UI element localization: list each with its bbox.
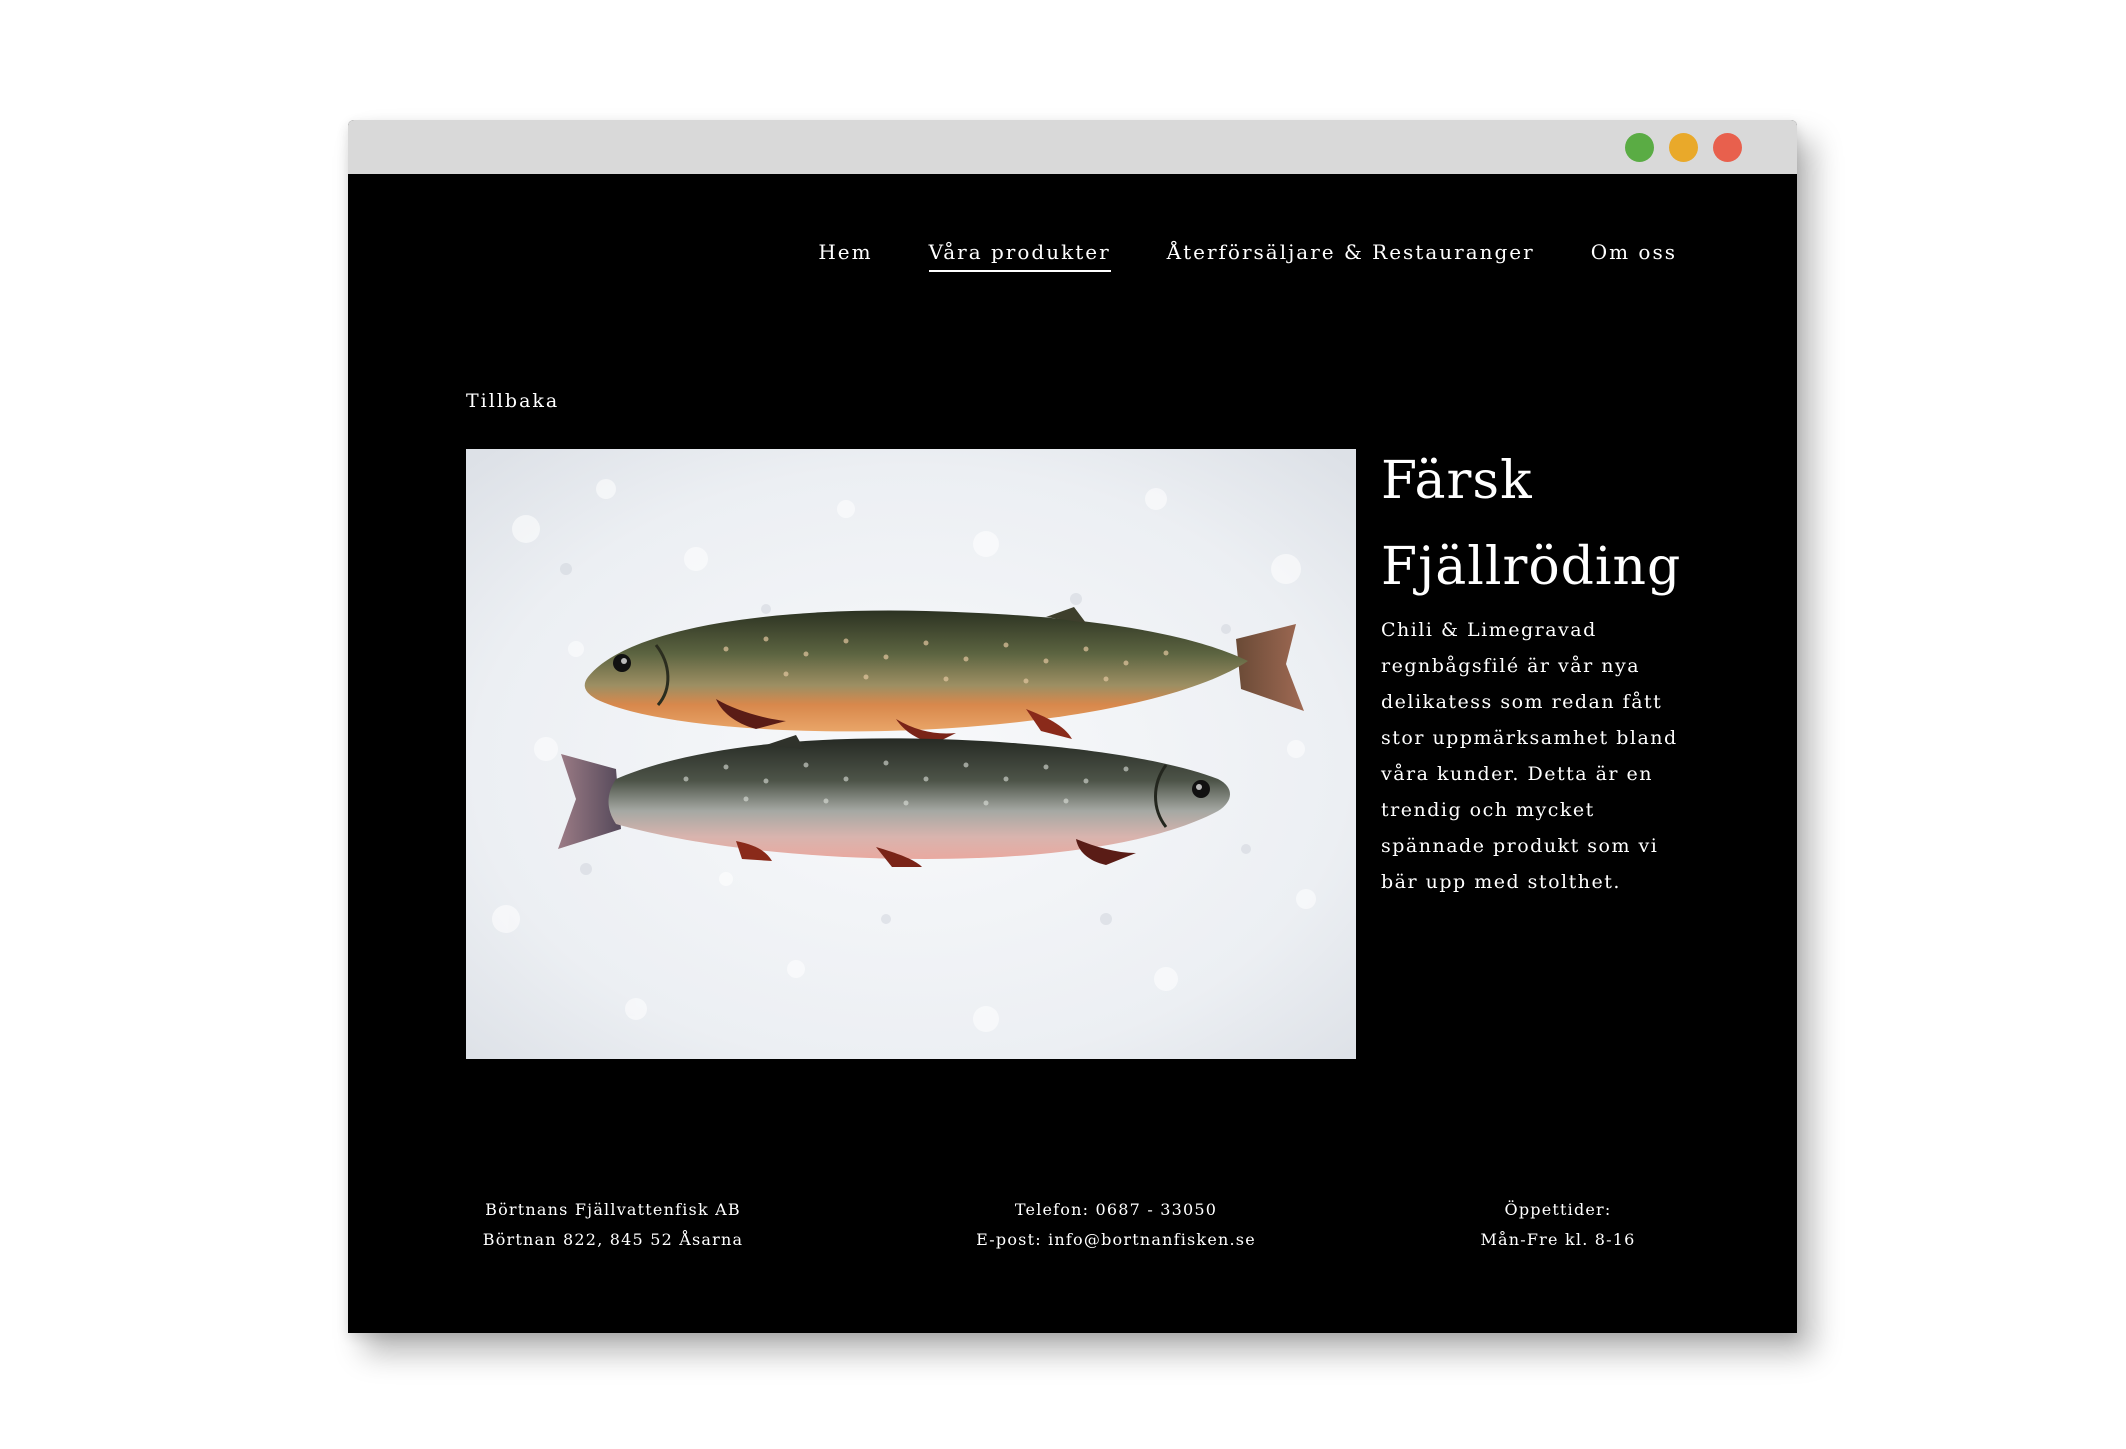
footer-company-info: Börtnans Fjällvattenfisk AB Börtnan 822,… (463, 1195, 763, 1255)
footer-hours-value: Mån-Fre kl. 8-16 (1480, 1230, 1636, 1249)
footer-hours-label: Öppettider: (1504, 1200, 1612, 1219)
close-window-button[interactable] (1713, 133, 1742, 162)
nav-item-om-oss[interactable]: Om oss (1591, 240, 1677, 272)
footer-email[interactable]: E-post: info@bortnanfisken.se (948, 1225, 1284, 1255)
footer-company-name: Börtnans Fjällvattenfisk AB (485, 1200, 741, 1219)
nav-item-hem[interactable]: Hem (818, 240, 872, 272)
back-link[interactable]: Tillbaka (466, 390, 559, 412)
footer-phone: Telefon: 0687 - 33050 (1014, 1200, 1218, 1219)
product-description: Chili & Limegravad regnbågsfilé är vår n… (1381, 619, 1678, 893)
browser-window: Hem Våra produkter Återförsäljare & Rest… (348, 120, 1797, 1333)
nav-item-aterforsaljare[interactable]: Återförsäljare & Restauranger (1167, 240, 1535, 272)
fish-on-ice-image (466, 449, 1356, 1059)
window-title-bar (348, 120, 1797, 174)
nav-item-vara-produkter[interactable]: Våra produkter (928, 240, 1111, 272)
footer-contact-info: Telefon: 0687 - 33050 E-post: info@bortn… (948, 1195, 1284, 1255)
footer-address: Börtnan 822, 845 52 Åsarna (482, 1230, 744, 1249)
product-image (466, 449, 1356, 1059)
minimize-window-button[interactable] (1669, 133, 1698, 162)
main-navigation: Hem Våra produkter Återförsäljare & Rest… (818, 240, 1677, 272)
website-content: Hem Våra produkter Återförsäljare & Rest… (348, 174, 1797, 1333)
maximize-window-button[interactable] (1625, 133, 1654, 162)
footer-opening-hours: Öppettider: Mån-Fre kl. 8-16 (1458, 1195, 1658, 1255)
product-title: Färsk Fjällröding (1381, 451, 1682, 597)
